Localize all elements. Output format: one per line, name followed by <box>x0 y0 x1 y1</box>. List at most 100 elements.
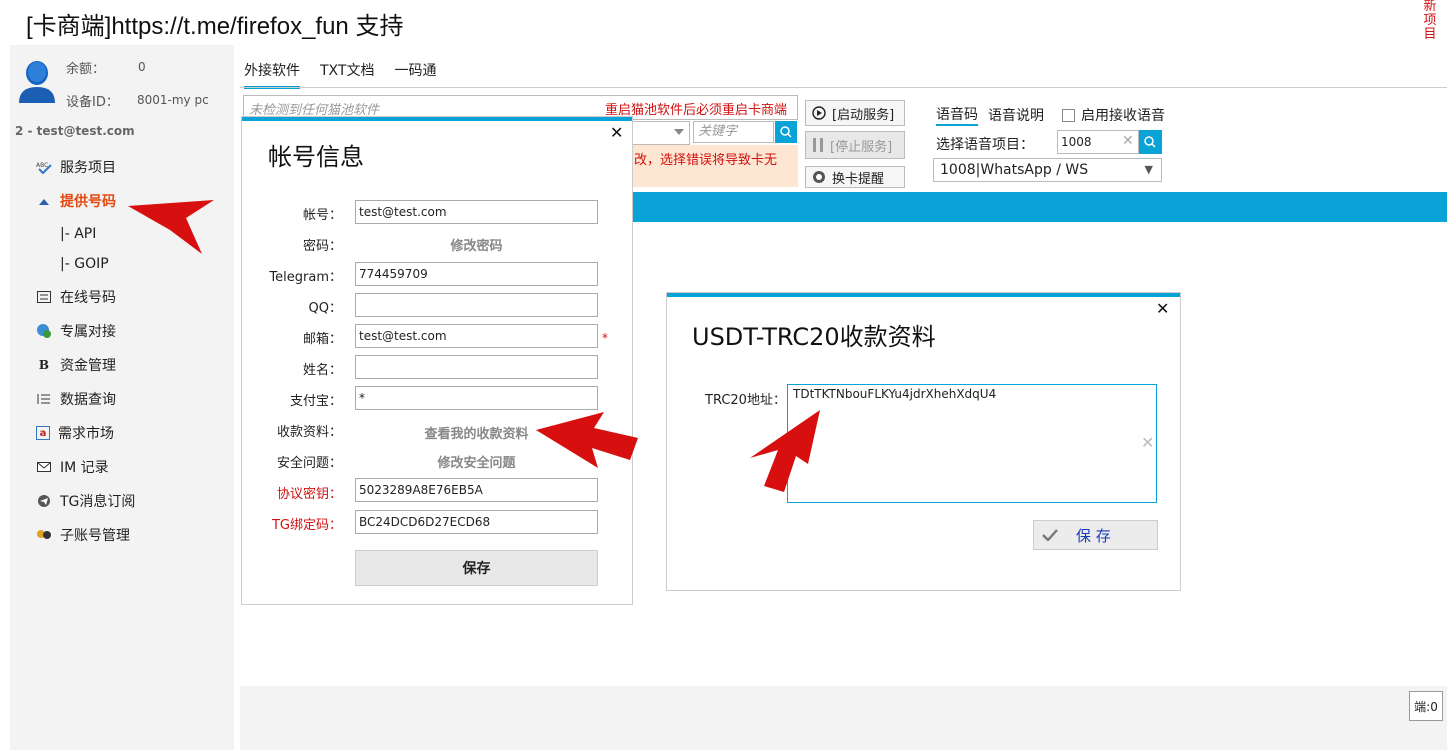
sidebar-item-label: 子账号管理 <box>60 528 130 544</box>
list-icon <box>36 289 52 305</box>
keyword-search-button[interactable] <box>775 121 797 143</box>
sidebar-item-data-query[interactable]: 数据查询 <box>36 387 116 411</box>
sidebar-item-label: 在线号码 <box>60 290 116 306</box>
stop-service-button[interactable]: [停止服务] <box>805 131 905 159</box>
dialog-accent-bar <box>667 293 1180 297</box>
required-mark: * <box>602 331 608 345</box>
play-icon <box>812 106 826 120</box>
sidebar-item-tg-subscribe[interactable]: TG消息订阅 <box>36 489 135 513</box>
warning-note: 改，选择错误将导致卡无 <box>620 145 798 187</box>
email-field[interactable]: test@test.com <box>355 324 598 348</box>
search-icon <box>780 126 792 138</box>
up-arrow-icon <box>36 193 52 209</box>
b-icon: B <box>38 358 50 372</box>
stop-service-label: [停止服务] <box>830 139 893 155</box>
account-line: 2 - test@test.com <box>15 124 135 138</box>
dialog-title: 帐号信息 <box>268 143 364 171</box>
sidebar-item-goip[interactable]: |- GOIP <box>60 256 109 272</box>
checkbox-box <box>1062 108 1075 122</box>
usdt-payment-dialog: ✕ USDT-TRC20收款资料 TRC20地址： TDtTKTNbouFLKY… <box>666 292 1181 591</box>
swap-card-alert-label: 换卡提醒 <box>832 171 885 187</box>
voice-tabs: 语音码 语音说明 启用接收语音 <box>936 104 1165 126</box>
sidebar-item-label: 服务项目 <box>60 160 116 176</box>
chevron-down-icon <box>674 129 684 135</box>
bell-icon <box>813 171 825 183</box>
sidebar-item-dedicated[interactable]: 专属对接 <box>36 319 116 343</box>
app-title: [卡商端]https://t.me/firefox_fun 支持 <box>26 13 404 40</box>
tab-voice-help[interactable]: 语音说明 <box>988 105 1044 125</box>
save-button[interactable]: 保存 <box>355 550 598 586</box>
account-field[interactable]: test@test.com <box>355 200 598 224</box>
tab-txt-document[interactable]: TXT文档 <box>320 60 374 89</box>
tab-divider <box>240 87 1447 88</box>
clear-icon[interactable]: ✕ <box>1122 133 1134 149</box>
sidebar-item-label: TG消息订阅 <box>60 494 136 510</box>
password-label: 密码： <box>302 239 342 254</box>
device-id-label: 设备ID： <box>66 95 119 110</box>
status-end-count: 端:0 <box>1409 691 1443 721</box>
alipay-label: 支付宝： <box>289 394 342 409</box>
check-icon <box>1042 529 1058 541</box>
start-service-button[interactable]: [启动服务] <box>805 100 905 126</box>
tg-bind-code-label: TG绑定码： <box>271 518 342 533</box>
tg-bind-code-field[interactable]: BC24DCD6D27ECD68 <box>355 510 598 534</box>
balance-label: 余额： <box>66 62 106 77</box>
tab-one-code[interactable]: 一码通 <box>394 60 436 89</box>
name-label: 姓名： <box>302 363 342 378</box>
clear-icon[interactable]: ✕ <box>1141 433 1154 452</box>
main-tabs: 外接软件 TXT文档 一码通 <box>244 60 436 89</box>
voice-selected-option: 1008|WhatsApp / WS <box>940 162 1089 178</box>
sidebar-item-label: IM 记录 <box>60 460 109 476</box>
annotation-arrow-icon <box>128 200 214 254</box>
sidebar-item-service-projects[interactable]: ABC 服务项目 <box>36 155 116 179</box>
sidebar-item-label: 专属对接 <box>60 324 116 340</box>
enable-voice-label: 启用接收语音 <box>1081 108 1165 124</box>
globe-user-icon <box>36 323 52 339</box>
sidebar-item-label: 资金管理 <box>60 358 116 374</box>
sidebar-item-funds[interactable]: B 资金管理 <box>36 353 116 377</box>
close-icon[interactable]: ✕ <box>1156 299 1169 318</box>
pause-icon <box>813 138 823 152</box>
telegram-label: Telegram： <box>269 270 342 285</box>
numbered-list-icon <box>36 391 52 407</box>
account-info-dialog: ✕ 帐号信息 帐号： test@test.com 密码： 修改密码 Telegr… <box>241 116 633 605</box>
search-icon <box>1144 136 1156 148</box>
balance-value: 0 <box>138 60 146 74</box>
qq-field[interactable] <box>355 293 598 317</box>
telegram-field[interactable]: 774459709 <box>355 262 598 286</box>
sidebar-item-sub-accounts[interactable]: 子账号管理 <box>36 523 130 547</box>
sidebar-item-api[interactable]: |- API <box>60 226 96 242</box>
alipay-field[interactable]: * <box>355 386 598 410</box>
chevron-down-icon: ▼ <box>1144 163 1153 176</box>
trc20-address-field[interactable]: TDtTKTNbouFLKYu4jdrXhehXdqU4 <box>787 384 1157 503</box>
tab-external-software[interactable]: 外接软件 <box>244 60 300 89</box>
swap-card-alert-button[interactable]: 换卡提醒 <box>805 166 905 188</box>
email-label: 邮箱： <box>302 332 342 347</box>
warning-note-text: 改，选择错误将导致卡无 <box>634 153 778 168</box>
mail-icon <box>36 459 52 475</box>
name-field[interactable] <box>355 355 598 379</box>
voice-search-button[interactable] <box>1139 130 1162 154</box>
usdt-save-button[interactable]: 保 存 <box>1033 520 1158 550</box>
change-password-link[interactable]: 修改密码 <box>355 235 598 254</box>
enable-voice-checkbox[interactable]: 启用接收语音 <box>1062 105 1165 125</box>
avatar <box>19 61 55 103</box>
tab-voice-code[interactable]: 语音码 <box>936 104 978 126</box>
protocol-key-label: 协议密钥： <box>276 487 342 502</box>
close-icon[interactable]: ✕ <box>610 123 623 142</box>
protocol-key-field[interactable]: 5023289A8E76EB5A <box>355 478 598 502</box>
sidebar-item-online-numbers[interactable]: 在线号码 <box>36 285 116 309</box>
start-service-label: [启动服务] <box>832 107 895 123</box>
new-project-button[interactable]: 新项目 <box>1423 0 1437 42</box>
security-question-label: 安全问题： <box>276 456 342 471</box>
sidebar-item-provide-numbers[interactable]: 提供号码 <box>36 189 116 213</box>
telegram-icon <box>36 493 52 509</box>
accent-band <box>620 192 1447 222</box>
annotation-arrow-icon <box>750 410 820 492</box>
voice-project-select[interactable]: 1008|WhatsApp / WS ▼ <box>933 158 1162 182</box>
sidebar-item-market[interactable]: a 需求市场 <box>36 421 114 445</box>
device-id-value: 8001-my pc <box>137 93 209 107</box>
sidebar-item-im-records[interactable]: IM 记录 <box>36 455 109 479</box>
users-icon <box>36 527 52 543</box>
keyword-input[interactable]: 关键字 <box>693 121 774 143</box>
